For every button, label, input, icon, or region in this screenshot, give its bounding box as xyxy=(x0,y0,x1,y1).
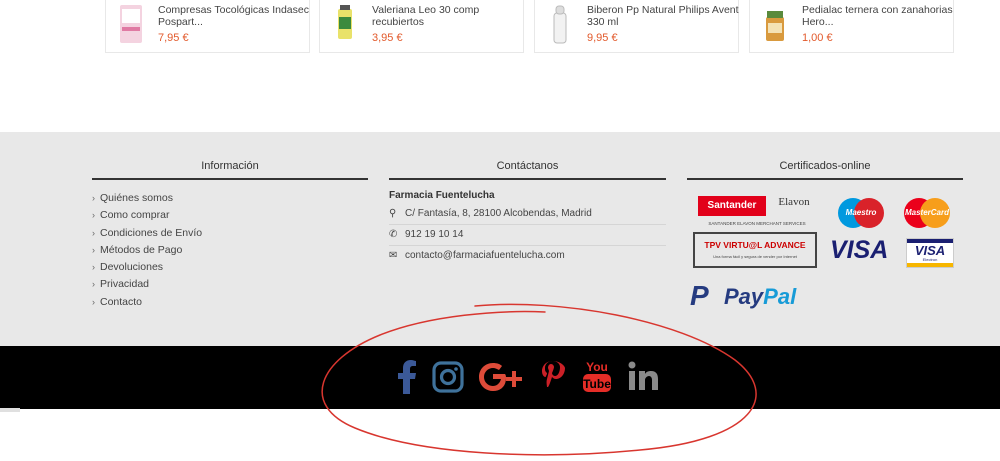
tpv-subtitle: Una forma fácil y segura de vender por I… xyxy=(713,254,797,259)
contact-divider xyxy=(389,178,666,180)
svg-text:Tube: Tube xyxy=(583,377,611,391)
product-card[interactable]: Valeriana Leo 30 comp recubiertos 3,95 € xyxy=(319,0,524,53)
product-card[interactable]: Biberon Pp Natural Philips Avent 330 ml … xyxy=(534,0,739,53)
chevron-right-icon: › xyxy=(92,193,95,203)
info-link[interactable]: › Métodos de Pago xyxy=(92,242,202,259)
visa-electron-logo: VISA Electron xyxy=(906,238,954,268)
visa-logo: VISA xyxy=(830,236,889,264)
product-name[interactable]: Biberon Pp Natural Philips Avent 330 ml xyxy=(587,4,747,28)
product-thumbnail[interactable] xyxy=(545,3,575,45)
product-name[interactable]: Compresas Tocológicas Indasec Pospart... xyxy=(158,4,318,28)
certs-heading: Certificados-online xyxy=(779,160,871,172)
chevron-right-icon: › xyxy=(92,244,95,255)
paypal-icon: P xyxy=(690,280,709,311)
linkedin-icon[interactable] xyxy=(628,360,660,394)
chevron-right-icon: › xyxy=(92,210,95,221)
contact-heading: Contáctanos xyxy=(496,160,559,172)
site-footer: Información › Quiénes somos › Como comprar… xyxy=(0,132,1000,346)
facebook-icon[interactable] xyxy=(396,360,418,394)
product-card[interactable]: Compresas Tocológicas Indasec Pospart...… xyxy=(105,0,310,53)
santander-elavon-caption: SANTANDER ELAVON MERCHANT SERVICES xyxy=(708,221,806,226)
youtube-icon[interactable]: You Tube xyxy=(582,360,612,394)
contact-email[interactable]: ✉ contacto@farmaciafuentelucha.com xyxy=(389,246,666,267)
info-link[interactable]: › Como comprar xyxy=(92,207,202,224)
contact-address: ⚲ C/ Fantasía, 8, 28100 Alcobendas, Madri… xyxy=(389,204,666,225)
info-link[interactable]: › Devoluciones xyxy=(92,259,202,276)
pinterest-icon[interactable] xyxy=(540,360,566,394)
product-thumbnail[interactable] xyxy=(760,3,790,45)
product-price: 3,95 € xyxy=(372,32,403,44)
paypal-logo: PayPal xyxy=(724,284,797,309)
chevron-right-icon: › xyxy=(92,279,95,290)
product-name[interactable]: Valeriana Leo 30 comp recubiertos xyxy=(372,4,532,28)
contact-phone[interactable]: ✆ 912 19 10 14 xyxy=(389,225,666,246)
info-heading: Información xyxy=(201,160,259,172)
info-divider xyxy=(92,178,368,180)
map-marker-icon: ⚲ xyxy=(389,208,397,219)
product-name[interactable]: Pedialac ternera con zanahorias Hero... xyxy=(802,4,962,28)
info-link[interactable]: › Contacto xyxy=(92,294,202,311)
svg-text:You: You xyxy=(586,360,608,374)
contact-business-name: Farmacia Fuentelucha xyxy=(389,190,495,201)
product-strip: Compresas Tocológicas Indasec Pospart...… xyxy=(0,0,1000,132)
product-price: 1,00 € xyxy=(802,32,833,44)
chevron-right-icon: › xyxy=(92,262,95,273)
scroll-indicator xyxy=(0,408,20,412)
phone-icon: ✆ xyxy=(389,229,398,240)
info-link[interactable]: › Privacidad xyxy=(92,276,202,293)
maestro-logo: Maestro xyxy=(836,198,886,228)
google-plus-icon[interactable] xyxy=(478,360,526,394)
tpv-title: TPV VIRTU@L ADVANCE xyxy=(704,240,806,250)
santander-logo: Santander xyxy=(698,196,766,216)
product-thumbnail[interactable] xyxy=(330,3,360,45)
social-bar: You Tube xyxy=(0,346,1000,409)
info-link[interactable]: › Condiciones de Envío xyxy=(92,225,202,242)
product-price: 9,95 € xyxy=(587,32,618,44)
info-link[interactable]: › Quiénes somos xyxy=(92,190,202,207)
certs-divider xyxy=(687,178,963,180)
product-card[interactable]: Pedialac ternera con zanahorias Hero... … xyxy=(749,0,954,53)
chevron-right-icon: › xyxy=(92,296,95,307)
mastercard-logo: MasterCard xyxy=(902,198,952,228)
product-thumbnail[interactable] xyxy=(116,3,146,45)
envelope-icon: ✉ xyxy=(389,250,398,261)
instagram-icon[interactable] xyxy=(432,360,464,394)
info-links: › Quiénes somos › Como comprar › Condicione… xyxy=(92,190,202,311)
product-price: 7,95 € xyxy=(158,32,189,44)
elavon-logo: Elavon xyxy=(778,196,810,208)
chevron-right-icon: › xyxy=(92,227,95,238)
tpv-virtual-badge: TPV VIRTU@L ADVANCE Una forma fácil y se… xyxy=(693,232,817,268)
